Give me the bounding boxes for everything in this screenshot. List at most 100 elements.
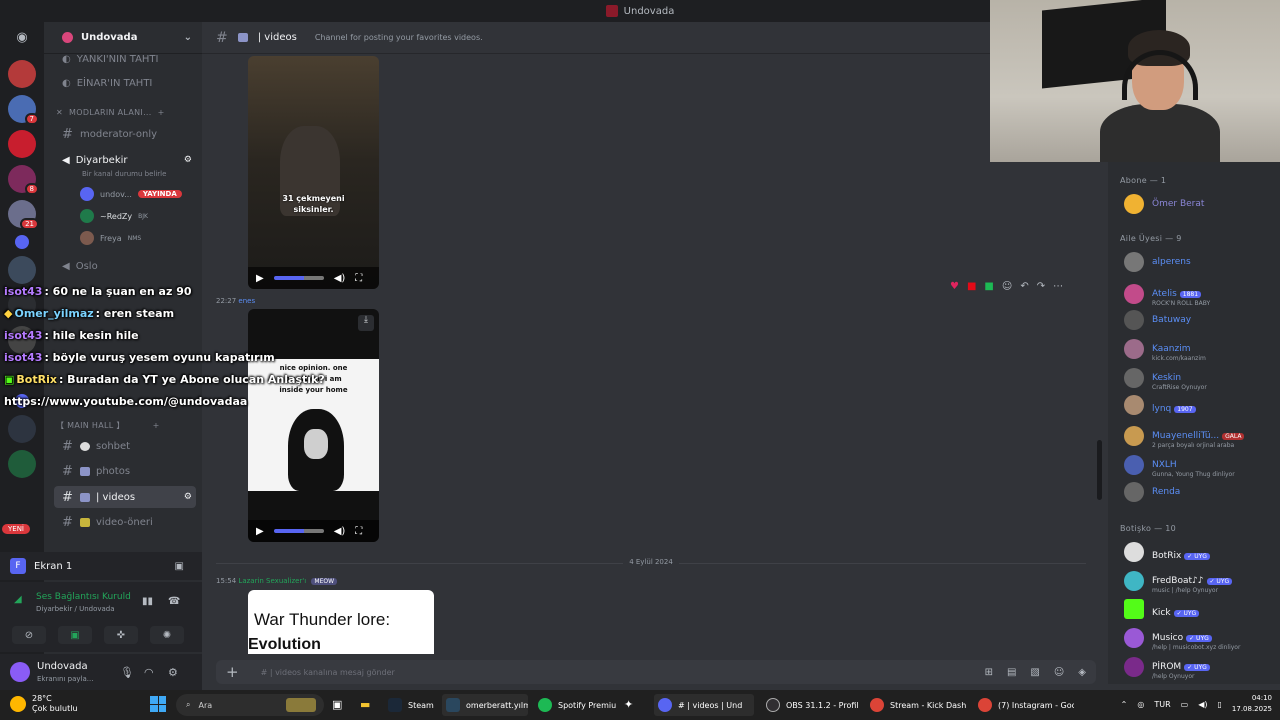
add-channel-icon[interactable]: +: [153, 421, 160, 430]
voice-location[interactable]: Diyarbekir / Undovada: [36, 605, 115, 613]
member-item[interactable]: Keskin CraftRise Oynuyor: [1124, 365, 1207, 391]
scrollbar[interactable]: [1097, 440, 1102, 500]
camera-off-button[interactable]: ⊘: [12, 626, 46, 644]
member-item[interactable]: alperens: [1124, 252, 1191, 272]
add-channel-icon[interactable]: +: [158, 108, 165, 117]
channel-moderator-only[interactable]: # moderator-only: [54, 123, 196, 145]
fullscreen-icon[interactable]: ⛶: [355, 273, 362, 284]
channel-topic[interactable]: Channel for posting your favorites video…: [315, 33, 483, 42]
microphone-icon[interactable]: 🎙: [120, 666, 134, 679]
member-item[interactable]: NXLH Gunna, Young Thug dinliyor: [1124, 452, 1235, 478]
network-icon[interactable]: ▭: [1181, 700, 1189, 709]
emoji-icon[interactable]: ☺: [1054, 667, 1064, 678]
fullscreen-icon[interactable]: ⛶: [355, 526, 362, 537]
server-icon[interactable]: [8, 450, 36, 478]
user-panel[interactable]: Undovada Ekranını payla... 🎙 ◠ ⚙: [0, 654, 202, 690]
activities-button[interactable]: ✜: [104, 626, 138, 644]
voice-user[interactable]: ~RedZy BJK: [80, 209, 148, 223]
voice-channel-status[interactable]: Bir kanal durumu belirle: [82, 170, 166, 178]
member-item[interactable]: lynq 1907: [1124, 395, 1196, 415]
screen-share-panel[interactable]: F Ekran 1 ▣: [0, 552, 202, 580]
taskbar-app-discord[interactable]: # | videos | Und: [654, 694, 754, 716]
voice-user[interactable]: undov... YAYINDA: [80, 187, 182, 201]
battery-icon[interactable]: ▯: [1218, 700, 1222, 709]
voice-channel-oslo[interactable]: ◀ Oslo: [54, 255, 196, 277]
volume-icon[interactable]: ◀): [1198, 700, 1207, 709]
play-icon[interactable]: ▶: [256, 526, 264, 537]
server-icon[interactable]: 7: [8, 95, 39, 125]
channel-photos[interactable]: # photos: [54, 460, 196, 482]
taskbar-app-spotify[interactable]: Spotify Premiu: [534, 694, 618, 716]
server-icon[interactable]: [8, 415, 36, 443]
member-item[interactable]: BotRix ✓ UYG: [1124, 542, 1210, 562]
message-input[interactable]: # | videos kanalına mesaj gönder: [261, 668, 395, 677]
username[interactable]: Lazarin Sexualizer'ı: [238, 577, 306, 585]
apps-icon[interactable]: ◈: [1078, 667, 1086, 678]
channel-videos[interactable]: # | videos ⚙: [54, 486, 196, 508]
video-attachment[interactable]: War Thunder lore: Evolution: [248, 590, 434, 654]
settings-gear-icon[interactable]: ⚙: [184, 155, 196, 165]
settings-gear-icon[interactable]: ⚙: [184, 492, 196, 502]
gif-icon[interactable]: ▤: [1007, 667, 1016, 678]
member-item[interactable]: PİROM ✓ UYG/help Oynuyor: [1124, 654, 1210, 680]
clock[interactable]: 04:10 17.08.2025: [1232, 693, 1272, 715]
add-reaction-icon[interactable]: ☺: [1002, 281, 1012, 292]
voice-channel-einar[interactable]: ◐ EİNAR'IN TAHTI: [54, 72, 196, 94]
plus-icon[interactable]: +: [226, 663, 239, 681]
voice-channel-diyarbekir[interactable]: ◀ Diyarbekir ⚙: [54, 149, 196, 171]
noise-icon[interactable]: ▮▮: [142, 596, 153, 607]
taskbar-app-steam[interactable]: Steam: [384, 694, 434, 716]
disconnect-icon[interactable]: ☎: [168, 596, 180, 607]
voice-status[interactable]: Ses Bağlantısı Kuruld: [36, 592, 131, 602]
progress-bar[interactable]: [273, 529, 324, 533]
tray-app-icon[interactable]: ◎: [1137, 700, 1144, 709]
member-item[interactable]: MuayenelliTü... GALA 2 parça boyalı orjina…: [1124, 423, 1245, 449]
sticker-icon[interactable]: ▧: [1030, 667, 1039, 678]
channel-sohbet[interactable]: # sohbet: [54, 435, 196, 457]
taskbar-app-chrome-kick[interactable]: Stream - Kick Dashb: [866, 694, 966, 716]
file-explorer-icon[interactable]: ▬: [360, 698, 370, 711]
heart-reaction-icon[interactable]: ♥: [950, 281, 959, 292]
server-icon[interactable]: [15, 235, 29, 249]
member-item[interactable]: FredBoat♪♪ ✓ UYG music | /help Oynuyor: [1124, 568, 1233, 594]
category-main-hall[interactable]: 【 MAIN HALL 】 +: [56, 420, 160, 431]
flag-reaction-icon[interactable]: ■: [984, 281, 993, 292]
volume-icon[interactable]: ◀): [334, 273, 346, 284]
reply-icon[interactable]: ↶: [1020, 281, 1028, 292]
voice-user[interactable]: Freya NMS: [80, 231, 141, 245]
server-icon[interactable]: [8, 60, 36, 88]
forward-icon[interactable]: ↷: [1037, 281, 1045, 292]
screen-share-button[interactable]: ▣: [58, 626, 92, 644]
download-icon[interactable]: ⤓: [358, 315, 374, 331]
weather-widget[interactable]: 28°C Çok bulutlu: [10, 694, 78, 714]
member-item[interactable]: Atelis 1881 ROCK'N ROLL BABY: [1124, 281, 1210, 307]
member-item[interactable]: Kaanzim kick.com/kaanzim: [1124, 336, 1206, 362]
taskbar-app-obs[interactable]: OBS 31.1.2 - Profil: o: [762, 694, 858, 716]
member-item[interactable]: Kick ✓ UYG: [1124, 599, 1200, 619]
chevron-down-icon[interactable]: ⌄: [184, 32, 192, 43]
popout-icon[interactable]: ▣: [175, 561, 184, 572]
gift-icon[interactable]: ⊞: [985, 667, 993, 678]
member-item[interactable]: Ömer Berat: [1124, 194, 1204, 214]
taskbar-app-steam-chat[interactable]: omerberatt.yılm: [442, 694, 528, 716]
more-icon[interactable]: ⋯: [1053, 281, 1063, 292]
chevron-up-icon[interactable]: ⌃: [1121, 700, 1128, 709]
language-indicator[interactable]: TUR: [1154, 700, 1170, 709]
gear-icon[interactable]: ⚙: [168, 666, 178, 679]
server-icon[interactable]: [8, 130, 36, 158]
start-button[interactable]: [150, 696, 166, 712]
volume-icon[interactable]: ◀): [334, 526, 346, 537]
taskbar-search[interactable]: ⌕ Ara: [176, 694, 324, 716]
channel-video-oneri[interactable]: # video-öneri: [54, 511, 196, 533]
taskbar-app-chrome-instagram[interactable]: (7) Instagram - Goo: [974, 694, 1074, 716]
direct-messages-icon[interactable]: ◉: [8, 30, 36, 46]
server-icon[interactable]: 8: [8, 165, 39, 195]
flag-reaction-icon[interactable]: ■: [967, 281, 976, 292]
message-composer[interactable]: + # | videos kanalına mesaj gönder ⊞ ▤ ▧…: [216, 660, 1096, 684]
voice-channel-yanki[interactable]: ◐ YANKI'NIN TAHTI: [54, 48, 196, 70]
member-item[interactable]: Musico ✓ UYG/help | musicobot.xyz dinliyo…: [1124, 625, 1240, 651]
settings-app-icon[interactable]: ✦: [624, 698, 633, 711]
soundboard-button[interactable]: ✺: [150, 626, 184, 644]
category-mods[interactable]: ✕ MODLARIN ALANI... +: [56, 108, 165, 117]
member-item[interactable]: Batuway: [1124, 310, 1191, 330]
